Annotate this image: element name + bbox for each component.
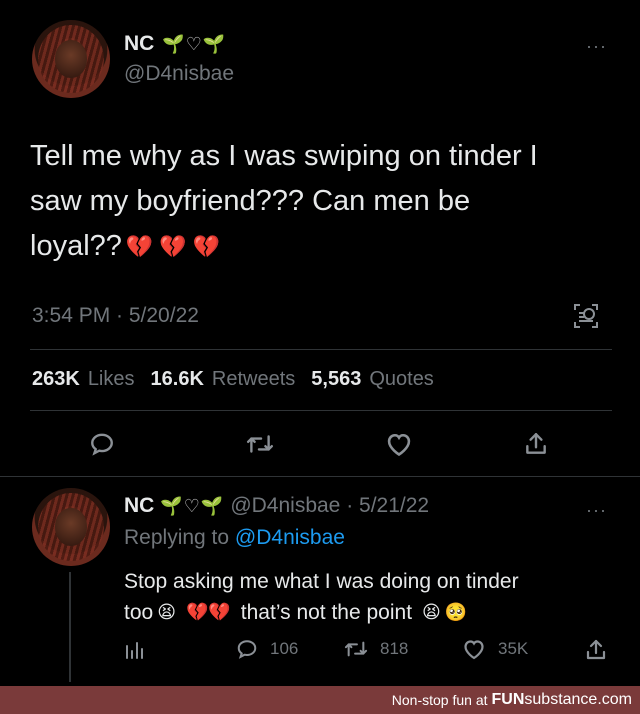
- qr-icon[interactable]: [572, 302, 600, 330]
- name-decoration: 🌱♡🌱: [162, 33, 227, 54]
- tweet-text-line-3: loyal?? 💔 💔 💔: [30, 224, 620, 269]
- pleading-face-emoji: 🥺: [444, 602, 468, 622]
- reply-header: NC 🌱♡🌱 @D4nisbae · 5/21/22: [124, 494, 429, 518]
- reply-broken-hearts-emoji: 💔💔: [185, 602, 231, 622]
- reply-author-name[interactable]: NC: [124, 494, 154, 518]
- retweets-count[interactable]: 16.6K: [151, 368, 204, 391]
- tweet-timestamp[interactable]: 3:54 PM · 5/20/22: [32, 304, 199, 328]
- author-name-row[interactable]: NC 🌱♡🌱: [124, 32, 226, 56]
- like-count: 35K: [498, 639, 529, 658]
- reply-text-line-2-a: too: [124, 601, 154, 624]
- like-icon[interactable]: [383, 428, 415, 460]
- replying-to-handle[interactable]: @D4nisbae: [235, 526, 345, 549]
- likes-count[interactable]: 263K: [32, 368, 80, 391]
- reply-avatar-face: [55, 508, 87, 546]
- avatar-face: [55, 40, 87, 78]
- quotes-count[interactable]: 5,563: [311, 368, 361, 391]
- thread-line: [69, 572, 71, 682]
- divider-reply: [0, 476, 640, 477]
- analytics-icon[interactable]: [124, 638, 146, 662]
- divider-top-stats: [30, 349, 612, 350]
- author-name[interactable]: NC: [124, 32, 154, 56]
- tired-face-emoji: 😫: [157, 602, 176, 622]
- reply-likes[interactable]: 35K: [462, 638, 528, 660]
- reply-author-avatar[interactable]: [32, 488, 110, 566]
- reply-icon: [236, 638, 258, 660]
- retweets-label[interactable]: Retweets: [212, 368, 295, 391]
- reply-text-line-1: Stop asking me what I was doing on tinde…: [124, 570, 519, 593]
- tweet-text: Tell me why as I was swiping on tinder I…: [30, 134, 620, 269]
- tired-face-emoji-2: 😫: [422, 602, 441, 622]
- author-handle[interactable]: @D4nisbae: [124, 62, 234, 86]
- tweet-text-line-2: saw my boyfriend??? Can men be: [30, 185, 471, 217]
- retweet-icon: [344, 638, 368, 660]
- reply-text: Stop asking me what I was doing on tinde…: [124, 566, 624, 628]
- tweet-text-line-1: Tell me why as I was swiping on tinder I: [30, 140, 538, 172]
- watermark-brand: FUNsubstance.com: [492, 691, 633, 709]
- reply-replies[interactable]: 106: [236, 638, 298, 660]
- quotes-label[interactable]: Quotes: [369, 368, 433, 391]
- more-icon[interactable]: ···: [586, 500, 607, 521]
- reply-count: 106: [270, 639, 299, 658]
- likes-label[interactable]: Likes: [88, 368, 135, 391]
- author-avatar[interactable]: [32, 20, 110, 98]
- reply-handle-date[interactable]: @D4nisbae · 5/21/22: [230, 494, 429, 518]
- share-icon[interactable]: [584, 638, 608, 662]
- replying-to-prefix: Replying to: [124, 526, 235, 549]
- watermark-prefix: Non-stop fun at: [391, 692, 488, 708]
- watermark-brand-bold: FUN: [491, 691, 525, 708]
- share-icon[interactable]: [520, 428, 552, 460]
- divider-stats-actions: [30, 410, 612, 411]
- retweet-count: 818: [380, 639, 409, 658]
- replying-to: Replying to @D4nisbae: [124, 526, 345, 550]
- tweet-text-line-3-text: loyal??: [30, 230, 122, 262]
- retweet-icon[interactable]: [244, 428, 276, 460]
- reply-icon[interactable]: [86, 428, 118, 460]
- more-icon[interactable]: ···: [586, 36, 607, 57]
- reply-text-line-2: too 😫 💔💔 that’s not the point 😫 🥺: [124, 597, 624, 628]
- reply-name-decoration: 🌱♡🌱: [160, 495, 225, 516]
- like-icon: [462, 638, 486, 660]
- watermark-bar: Non-stop fun at FUNsubstance.com: [0, 686, 640, 714]
- watermark-brand-rest: substance.com: [524, 691, 632, 708]
- reply-text-line-2-b: that’s not the point: [240, 601, 413, 624]
- tweet-stats: 263K Likes 16.6K Retweets 5,563 Quotes: [32, 368, 434, 391]
- reply-retweets[interactable]: 818: [344, 638, 408, 660]
- broken-hearts-emoji: 💔 💔 💔: [125, 234, 221, 259]
